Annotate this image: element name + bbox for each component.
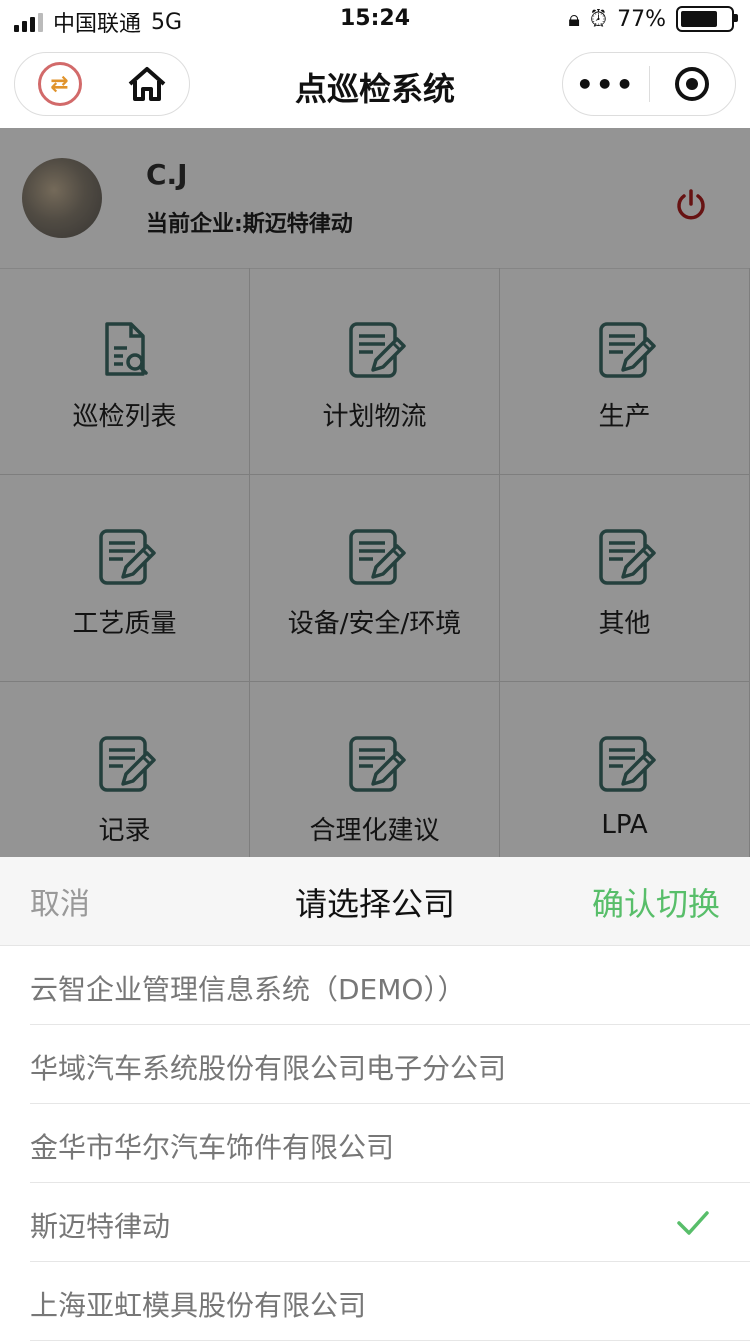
company-option[interactable]: 上海亚虹模具股份有限公司 [30, 1262, 750, 1341]
confirm-switch-button[interactable]: 确认切换 [592, 879, 720, 925]
checkmark-icon [677, 1211, 709, 1235]
nav-right-capsule: ••• [562, 52, 736, 116]
company-list: 云智企业管理信息系统（DEMO）） 华域汽车系统股份有限公司电子分公司 金华市华尔汽… [0, 946, 750, 1341]
status-right: 🔒︎ ⏰︎ 77% [568, 6, 738, 32]
company-option[interactable]: 云智企业管理信息系统（DEMO）） [30, 946, 750, 1025]
battery-icon [676, 6, 738, 32]
company-option-label: 斯迈特律动 [30, 1210, 171, 1243]
company-option[interactable]: 金华市华尔汽车饰件有限公司 [30, 1104, 750, 1183]
company-option-label: 金华市华尔汽车饰件有限公司 [30, 1131, 395, 1164]
picker-header: 取消 请选择公司 确认切换 [0, 857, 750, 946]
company-option[interactable]: 华域汽车系统股份有限公司电子分公司 [30, 1025, 750, 1104]
rotation-lock-icon: 🔒︎ [568, 6, 580, 32]
company-option-label: 上海亚虹模具股份有限公司 [30, 1289, 367, 1322]
company-option-label: 云智企业管理信息系统（DEMO）） [30, 973, 466, 1006]
company-option-label: 华域汽车系统股份有限公司电子分公司 [30, 1052, 507, 1085]
alarm-icon: ⏰︎ [589, 6, 608, 32]
company-option[interactable]: 斯迈特律动 [30, 1183, 750, 1262]
status-bar: 中国联通 5G 15:24 🔒︎ ⏰︎ 77% [0, 0, 750, 42]
more-dots-icon[interactable]: ••• [563, 68, 649, 101]
target-icon[interactable] [650, 67, 736, 101]
company-picker-sheet: 取消 请选择公司 确认切换 云智企业管理信息系统（DEMO）） 华域汽车系统股份有… [0, 857, 750, 1341]
nav-bar: ⇄ 点巡检系统 ••• [0, 42, 750, 128]
modal-overlay[interactable] [0, 128, 750, 858]
battery-percent: 77% [617, 6, 666, 32]
